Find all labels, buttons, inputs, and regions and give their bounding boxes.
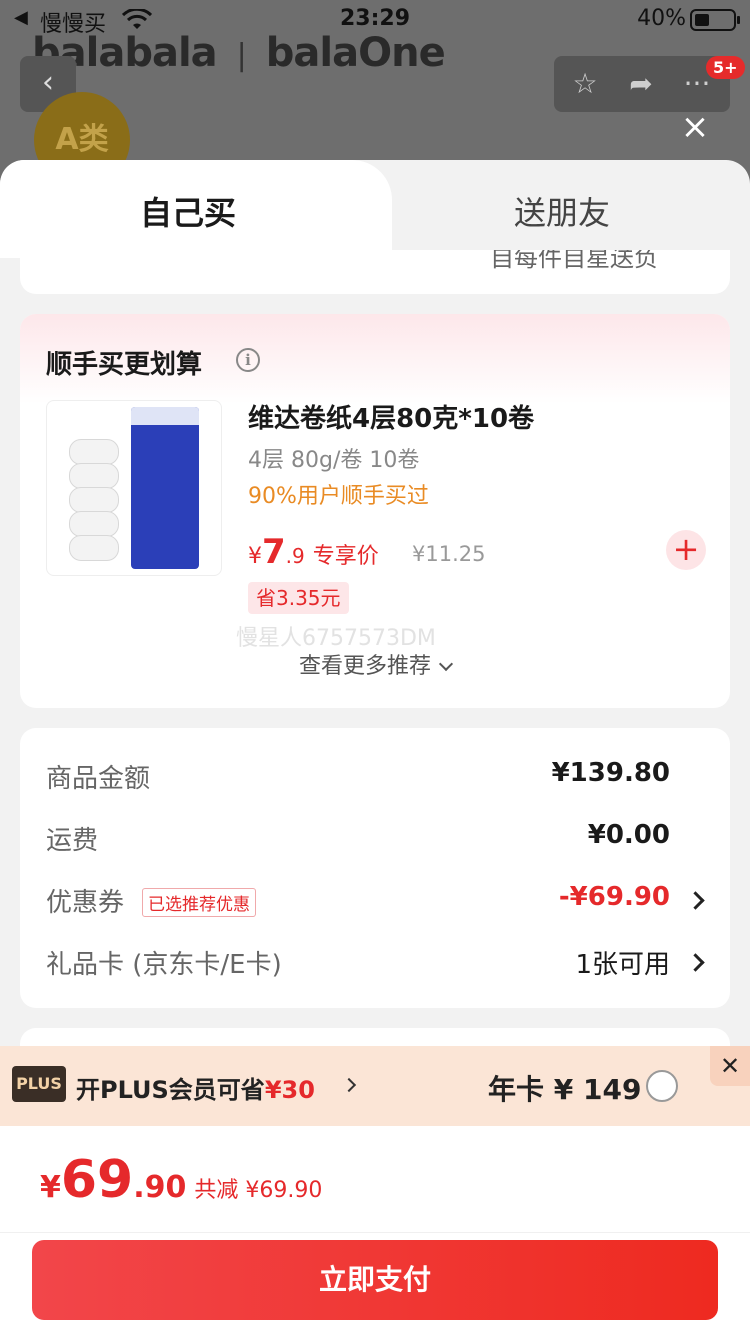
battery-percent: 40% (637, 6, 686, 31)
action-bar: ☆ ➦ ··· (554, 56, 730, 112)
product-name[interactable]: 维达卷纸4层80克*10卷 (248, 398, 534, 435)
battery-icon (690, 9, 740, 31)
plus-membership-banner[interactable]: PLUS 开PLUS会员可省¥30 年卡 ¥ 149 ✕ (0, 1046, 750, 1126)
original-price: ¥11.25 (412, 542, 486, 566)
product-buyers: 90%用户顺手买过 (248, 484, 429, 509)
tab-buy-for-self[interactable]: 自己买 (0, 160, 392, 258)
plus-select-radio[interactable] (646, 1070, 678, 1102)
tab-bar: 自己买 送朋友 (0, 160, 750, 258)
save-badge: 省3.35元 (248, 582, 349, 614)
summary-row-shipping: 运费 ¥0.00 (46, 820, 670, 856)
chevron-down-icon (438, 656, 454, 672)
chevron-right-icon (686, 953, 705, 972)
checkout-bar: ¥69.90 共减 ¥69.90 立即支付 (0, 1126, 750, 1334)
pay-now-button[interactable]: 立即支付 (32, 1240, 718, 1320)
top-card: 自每件自星送负 (20, 250, 730, 294)
more-recommend-link[interactable]: 查看更多推荐 (20, 648, 730, 680)
star-icon[interactable]: ☆ (568, 68, 602, 100)
total-reduce: 共减 ¥69.90 (194, 1178, 323, 1203)
total-price: ¥69.90 共减 ¥69.90 (40, 1150, 323, 1210)
chevron-right-icon (341, 1077, 357, 1093)
top-card-text: 自每件自星送负 (490, 250, 658, 272)
chevron-right-icon (686, 891, 705, 910)
product-spec: 4层 80g/卷 10卷 (248, 448, 420, 473)
recommend-card: 顺手买更划算 i 维达卷纸4层80克*10卷 4层 80g/卷 10卷 90%用… (20, 314, 730, 708)
summary-row-coupon[interactable]: 优惠券 已选推荐优惠 -¥69.90 (46, 882, 706, 922)
plus-promo-text: 开PLUS会员可省¥30 (76, 1076, 315, 1104)
close-icon[interactable]: × (680, 110, 710, 144)
recommend-title: 顺手买更划算 (46, 350, 203, 380)
share-icon[interactable]: ➦ (624, 68, 658, 100)
brand-logo: balabala | balaOne (32, 30, 446, 76)
summary-row-goods: 商品金额 ¥139.80 (46, 758, 670, 794)
info-icon[interactable]: i (236, 348, 260, 372)
close-icon[interactable]: ✕ (710, 1046, 750, 1086)
summary-row-giftcard[interactable]: 礼品卡 (京东卡/E卡) 1张可用 (46, 944, 706, 984)
notification-badge: 5+ (706, 56, 745, 79)
plus-annual-price: 年卡 ¥ 149 (488, 1073, 642, 1106)
product-price: ¥7.9 专享价 (248, 532, 379, 572)
tab-gift-to-friend[interactable]: 送朋友 (392, 160, 750, 258)
product-image[interactable] (46, 400, 222, 576)
coupon-tag: 已选推荐优惠 (142, 888, 256, 917)
add-to-order-button[interactable]: + (666, 530, 706, 570)
order-summary-card: 商品金额 ¥139.80 运费 ¥0.00 优惠券 已选推荐优惠 -¥69.90… (20, 728, 730, 1008)
plus-logo: PLUS (12, 1066, 66, 1102)
